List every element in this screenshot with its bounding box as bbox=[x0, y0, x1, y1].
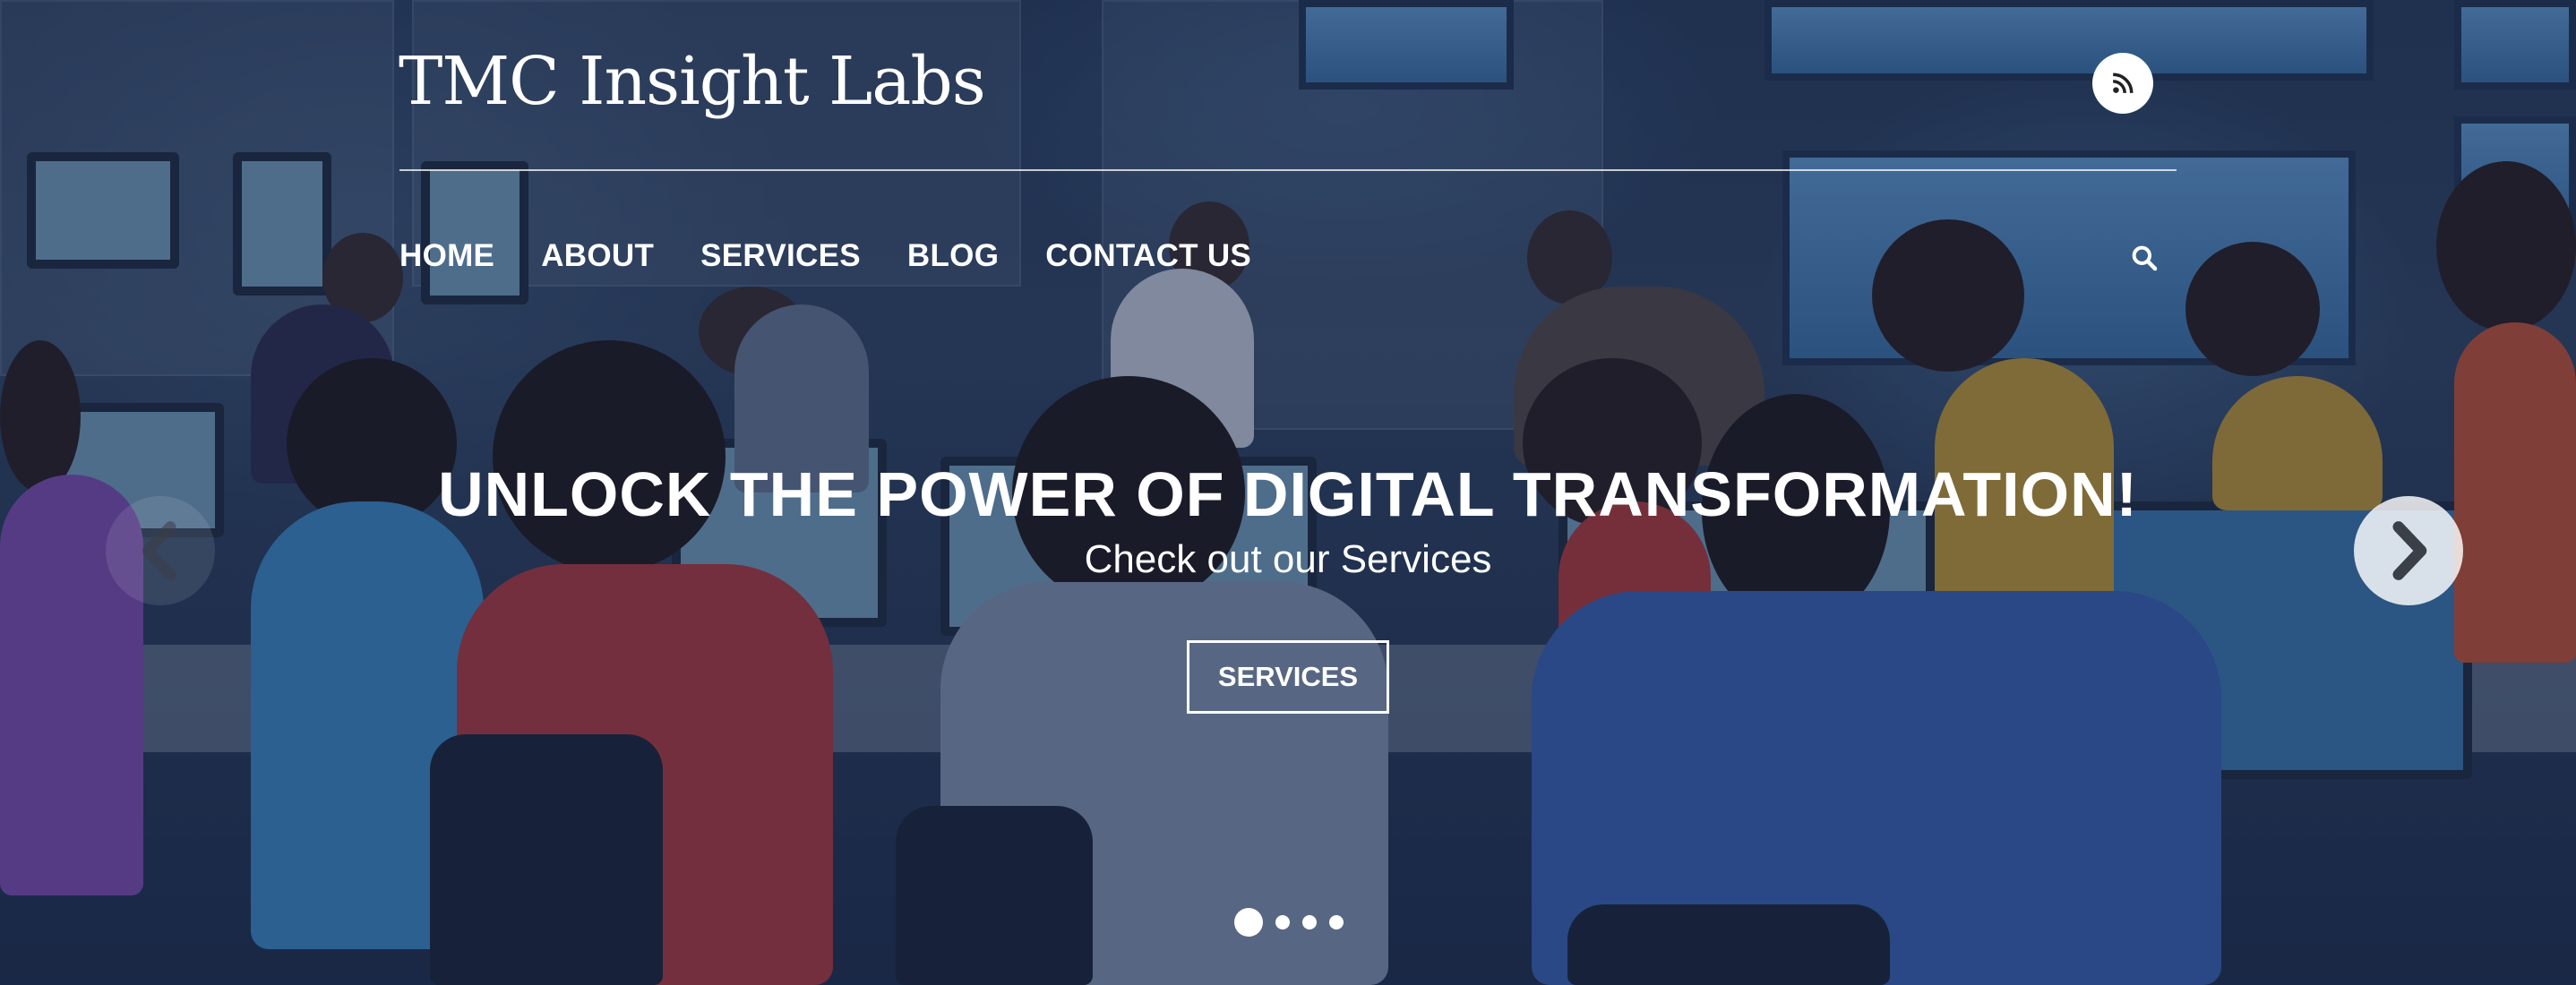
nav-link-about[interactable]: ABOUT bbox=[541, 238, 654, 273]
nav-link-contact-us[interactable]: CONTACT US bbox=[1045, 238, 1251, 273]
nav-item-blog: BLOG bbox=[907, 238, 999, 274]
nav-link-services[interactable]: SERVICES bbox=[700, 238, 861, 273]
slide-heading: UNLOCK THE POWER OF DIGITAL TRANSFORMATI… bbox=[438, 459, 2138, 529]
services-button[interactable]: SERVICES bbox=[1187, 640, 1389, 714]
slide-dot-3[interactable] bbox=[1302, 915, 1317, 929]
chevron-left-icon bbox=[142, 521, 176, 580]
slider-pagination bbox=[1234, 908, 1344, 937]
rss-icon bbox=[2112, 73, 2134, 94]
nav-link-home[interactable]: HOME bbox=[399, 238, 494, 273]
chevron-right-icon bbox=[2392, 521, 2427, 580]
slider-prev-button[interactable] bbox=[106, 496, 215, 605]
slide-subheading: Check out our Services bbox=[1084, 537, 1492, 581]
search-button[interactable] bbox=[2126, 240, 2162, 276]
hero-slider: TMC Insight Labs HOME ABOUT SERVICES BLO… bbox=[0, 0, 2576, 985]
header-divider bbox=[399, 169, 2177, 171]
nav-item-about: ABOUT bbox=[541, 238, 654, 274]
nav-item-contact: CONTACT US bbox=[1045, 238, 1251, 274]
slider-next-button[interactable] bbox=[2354, 496, 2463, 605]
nav-item-home: HOME bbox=[399, 238, 494, 274]
search-icon bbox=[2132, 245, 2158, 271]
slide-dot-1[interactable] bbox=[1234, 908, 1263, 937]
nav-link-blog[interactable]: BLOG bbox=[907, 238, 999, 273]
nav-item-services: SERVICES bbox=[700, 238, 861, 274]
rss-button[interactable] bbox=[2092, 53, 2153, 114]
slide-dot-2[interactable] bbox=[1275, 915, 1290, 929]
slide-dot-4[interactable] bbox=[1329, 915, 1344, 929]
main-nav: HOME ABOUT SERVICES BLOG CONTACT US bbox=[399, 238, 1251, 274]
site-title[interactable]: TMC Insight Labs bbox=[399, 43, 986, 120]
